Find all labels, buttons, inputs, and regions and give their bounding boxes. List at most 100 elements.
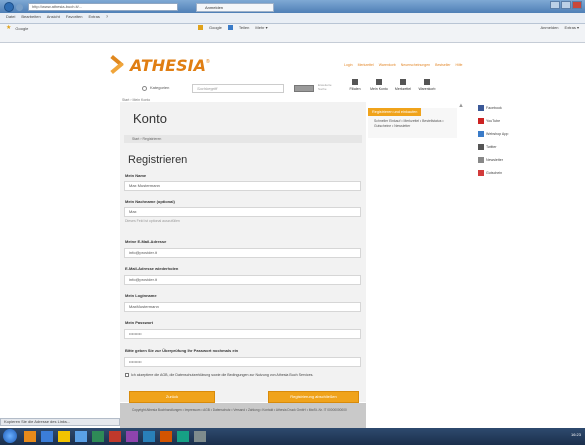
header-warenkorb[interactable]: Warenkorb <box>416 79 438 91</box>
window-controls <box>550 1 582 9</box>
header-merkzettel[interactable]: Merkzettel <box>392 79 414 91</box>
registration-panel: Konto Start › Registrieren Registrieren … <box>120 102 366 403</box>
promo-text: Schneller Einkauf • Merkzettel • Bestell… <box>374 119 444 128</box>
webshop-icon <box>478 131 484 137</box>
field-label-email: Meine E-Mail-Adresse <box>125 239 167 244</box>
promo-heading[interactable]: Registrieren und einkaufen <box>368 108 421 116</box>
top-link[interactable]: Hilfe <box>456 63 463 67</box>
back-button[interactable] <box>4 2 14 12</box>
address-bar[interactable]: http://www.athesia-buch.it/... <box>28 3 178 11</box>
taskbar-app-icon[interactable] <box>109 431 121 442</box>
gift-icon <box>478 170 484 176</box>
favorites-bar: ★ Google Google Teilen Mehr ▾ Anmelden E… <box>0 24 585 33</box>
register-button[interactable]: Registrierung abschließen <box>268 391 359 403</box>
header-filialen[interactable]: Filialen <box>344 79 366 91</box>
taskbar-apps <box>24 431 206 442</box>
field-label-login: Mein Loginname <box>125 293 157 298</box>
social-gift[interactable]: Gutschein <box>478 169 538 181</box>
taskbar-app-icon[interactable] <box>75 431 87 442</box>
agb-text: Ich akzeptiere die AGB, die Datenschutze… <box>131 373 314 377</box>
taskbar-clock: 16:23 <box>570 432 581 437</box>
menu-datei[interactable]: Datei <box>6 14 15 19</box>
agb-checkbox[interactable] <box>125 373 129 378</box>
youtube-icon <box>478 118 484 124</box>
site-footer: Copyright Athesia Buchhandlungen • Impre… <box>120 403 366 428</box>
mein-konto-icon <box>376 79 382 85</box>
menu-ansicht[interactable]: Ansicht <box>47 14 60 19</box>
start-button[interactable] <box>3 429 17 443</box>
email-repeat-field[interactable]: info@provider.it <box>124 275 361 285</box>
taskbar-app-icon[interactable] <box>194 431 206 442</box>
menu-favoriten[interactable]: Favoriten <box>66 14 83 19</box>
menu-extras[interactable]: Extras <box>89 14 100 19</box>
advanced-search-link[interactable]: Erweiterte Suche <box>318 83 332 91</box>
taskbar-app-icon[interactable] <box>24 431 36 442</box>
register-title: Registrieren <box>128 154 188 166</box>
browser-tab[interactable]: Anmelden <box>196 3 274 12</box>
top-link[interactable]: Warenkorb <box>379 63 396 67</box>
header-icons: Filialen Mein Konto Merkzettel Warenkorb <box>344 79 438 91</box>
taskbar-app-icon[interactable] <box>58 431 70 442</box>
header-mein-konto[interactable]: Mein Konto <box>368 79 390 91</box>
taskbar-app-icon[interactable] <box>177 431 189 442</box>
field-label-lastname: Mein Nachname (optional) <box>125 199 175 204</box>
close-button[interactable] <box>572 1 582 9</box>
favorite-google[interactable]: Google <box>15 26 28 31</box>
taskbar-app-icon[interactable] <box>92 431 104 442</box>
password-field[interactable]: ••••••••• <box>124 329 361 339</box>
field-label-name: Mein Name <box>125 173 147 178</box>
breadcrumb[interactable]: Start › Registrieren <box>124 135 362 143</box>
social-twitter[interactable]: Twitter <box>478 143 538 155</box>
menu-help[interactable]: ? <box>106 14 108 19</box>
warenkorb-icon <box>424 79 430 85</box>
back-form-button[interactable]: Zurück <box>129 391 215 403</box>
scroll-up-icon[interactable]: ▲ <box>458 103 464 109</box>
loginname-field[interactable]: MaxMustermann <box>124 302 361 312</box>
page-title: Konto <box>133 111 167 126</box>
email-field[interactable]: info@provider.it <box>124 248 361 258</box>
athesia-logo[interactable]: ATHESIA ® <box>108 54 210 75</box>
password-repeat-field[interactable]: ••••••••• <box>124 357 361 367</box>
favorites-star-icon[interactable]: ★ <box>6 25 11 31</box>
promo-box: Registrieren und einkaufen Schneller Ein… <box>368 108 457 138</box>
maximize-button[interactable] <box>561 1 571 9</box>
search-button[interactable] <box>294 85 314 92</box>
toolbar-google[interactable]: Google <box>209 25 222 30</box>
top-links: Login Merkzettel Warenkorb Neuerscheinun… <box>344 63 463 67</box>
windows-taskbar: 16:23 <box>0 428 585 445</box>
lastname-field[interactable]: Max <box>124 207 361 217</box>
taskbar-app-icon[interactable] <box>160 431 172 442</box>
forward-button[interactable] <box>16 4 23 11</box>
top-link[interactable]: Merkzettel <box>358 63 374 67</box>
social-label: Facebook <box>486 106 502 110</box>
toolbar-signin[interactable]: Anmelden <box>541 25 559 30</box>
merkzettel-icon <box>400 79 406 85</box>
logo-text: ATHESIA <box>130 56 206 75</box>
taskbar-app-icon[interactable] <box>41 431 53 442</box>
command-bar <box>0 33 585 43</box>
top-link[interactable]: Login <box>344 63 353 67</box>
social-youtube[interactable]: YouTube <box>478 117 538 129</box>
social-label: Webshop App <box>486 132 509 136</box>
taskbar-app-icon[interactable] <box>143 431 155 442</box>
taskbar-app-icon[interactable] <box>126 431 138 442</box>
social-webshop[interactable]: Webshop App <box>478 130 538 142</box>
toolbar-more[interactable]: Mehr ▾ <box>255 25 267 30</box>
toolbar-share[interactable]: Teilen <box>239 25 249 30</box>
google-icon <box>198 25 203 30</box>
category-select[interactable]: Kategorien <box>150 85 169 90</box>
newsletter-icon <box>478 157 484 163</box>
social-facebook[interactable]: Facebook <box>478 104 538 116</box>
optional-hint: Dieses Feld ist optional auszufüllen <box>125 219 180 223</box>
toolbar-tools[interactable]: Extras ▾ <box>565 25 579 30</box>
social-newsletter[interactable]: Newsletter <box>478 156 538 168</box>
browser-titlebar: http://www.athesia-buch.it/... Anmelden <box>0 0 585 13</box>
name-field[interactable]: Max Mustermann <box>124 181 361 191</box>
search-input[interactable]: Suchbegriff <box>192 84 284 93</box>
menu-bearbeiten[interactable]: Bearbeiten <box>21 14 40 19</box>
top-link[interactable]: Neuerscheinungen <box>401 63 430 67</box>
minimize-button[interactable] <box>550 1 560 9</box>
social-label: Gutschein <box>486 171 503 175</box>
logo-registered-mark: ® <box>205 58 210 65</box>
top-link[interactable]: Bestseller <box>435 63 450 67</box>
